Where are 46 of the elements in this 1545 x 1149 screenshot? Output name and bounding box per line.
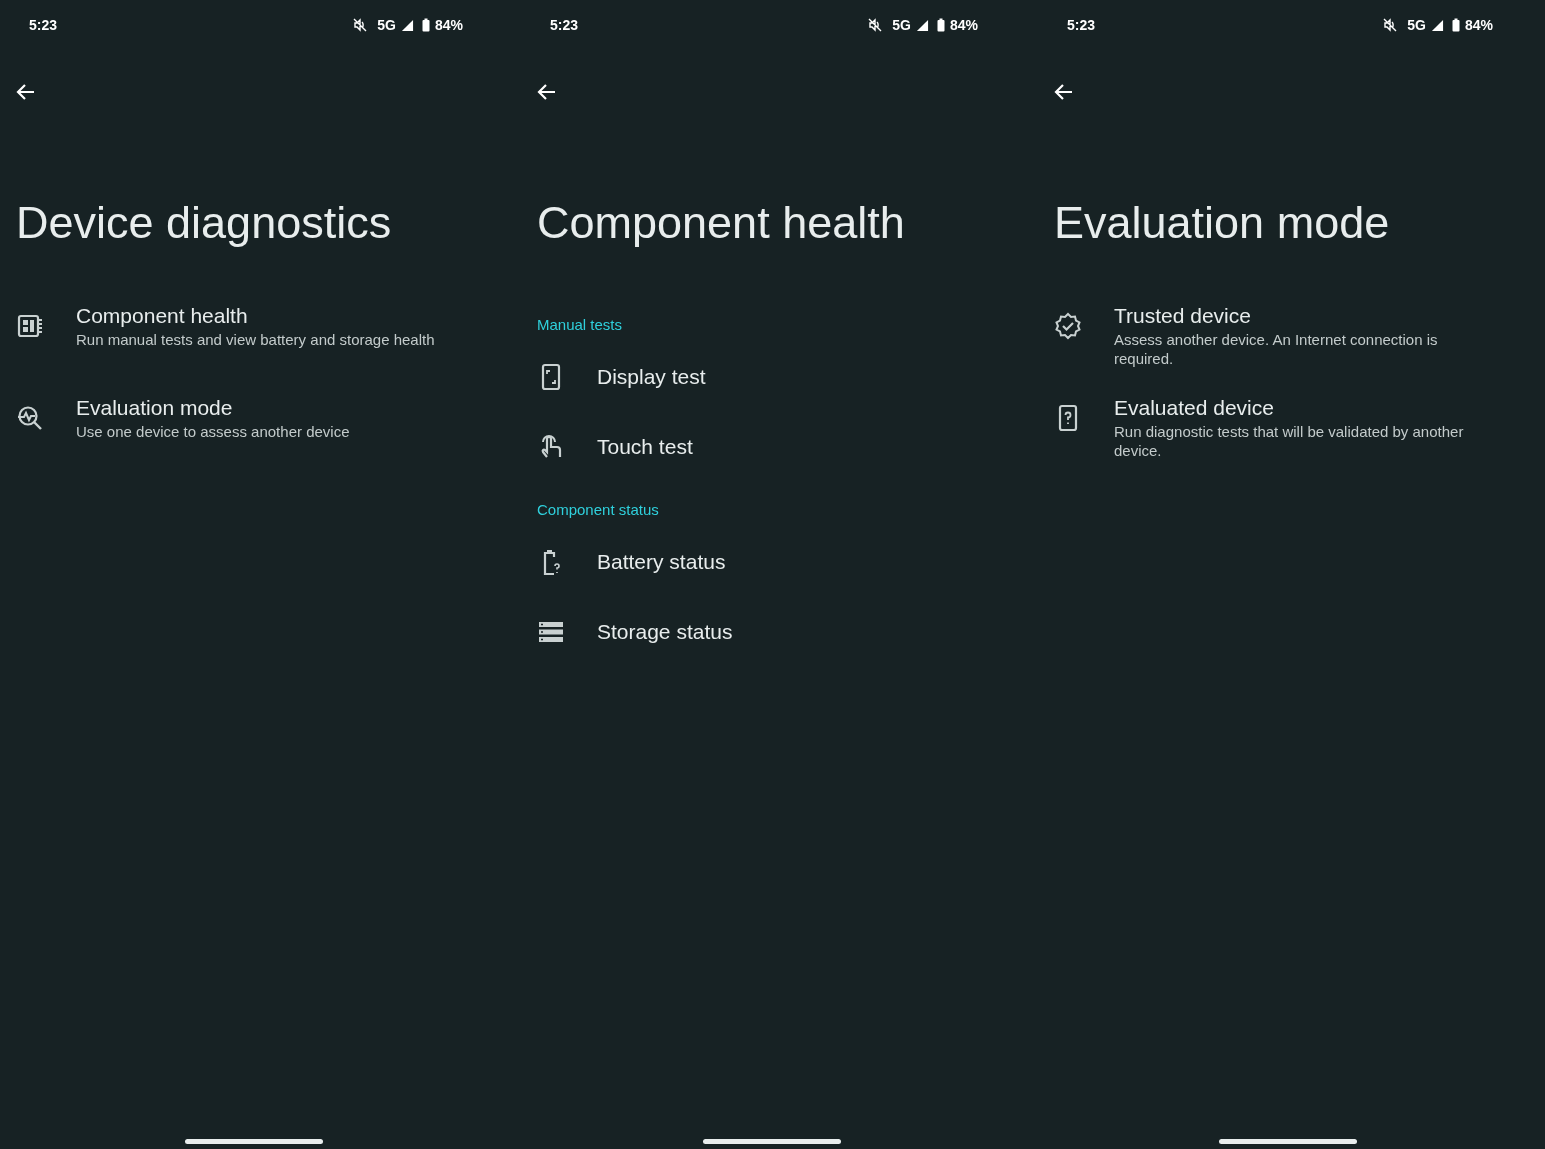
- item-title: Battery status: [597, 550, 726, 574]
- battery-percent: 84%: [434, 17, 463, 33]
- battery-icon: [1451, 18, 1460, 32]
- list-item[interactable]: Evaluated device Run diagnostic tests that will be validated by another device.: [1054, 396, 1537, 466]
- list-item[interactable]: Trusted device Assess another device. An Internet connection is required.: [1054, 304, 1537, 374]
- signal-icon: [1430, 18, 1444, 32]
- battery-percent: 84%: [1464, 17, 1493, 33]
- signal-icon: [400, 18, 414, 32]
- list-item[interactable]: Battery status: [537, 534, 1022, 590]
- battery-percent: 84%: [949, 17, 978, 33]
- network-label: 5G: [1407, 17, 1426, 33]
- item-description: Run diagnostic tests that will be validated by another device.: [1114, 423, 1465, 461]
- page-title: Evaluation mode: [1054, 196, 1391, 250]
- search-icon: [16, 404, 44, 432]
- item-title: Evaluated device: [1114, 396, 1275, 420]
- chip-icon: [16, 312, 44, 340]
- list-item[interactable]: Evaluation mode Use one device to assess another device: [16, 396, 507, 466]
- item-title: Touch test: [597, 435, 693, 459]
- page-title: Component health: [537, 196, 906, 250]
- signal-icon: [915, 18, 929, 32]
- mute-icon: [867, 17, 884, 33]
- network-label: 5G: [377, 17, 396, 33]
- item-title: Evaluation mode: [76, 396, 234, 420]
- battery-icon: [421, 18, 430, 32]
- status-time: 5:23: [550, 17, 579, 33]
- network-label: 5G: [892, 17, 911, 33]
- list-item[interactable]: Storage status: [537, 604, 1022, 660]
- section-header: Manual tests: [537, 316, 624, 333]
- verified-badge-icon: [1054, 312, 1082, 340]
- item-title: Display test: [597, 365, 706, 389]
- status-time: 5:23: [29, 17, 58, 33]
- item-title: Storage status: [597, 620, 733, 644]
- mute-icon: [1382, 17, 1399, 33]
- list-item[interactable]: Display test: [537, 349, 1022, 405]
- item-description: Run manual tests and view battery and storage health: [76, 331, 435, 350]
- page-title: Device diagnostics: [16, 196, 393, 250]
- item-title: Component health: [76, 304, 249, 328]
- section-header: Component status: [537, 501, 660, 518]
- battery-icon: [936, 18, 945, 32]
- status-time: 5:23: [1067, 17, 1096, 33]
- mute-icon: [352, 17, 369, 33]
- item-description: Use one device to assess another device: [76, 423, 350, 442]
- list-item[interactable]: Component health Run manual tests and view battery and storage health: [16, 304, 507, 374]
- item-title: Trusted device: [1114, 304, 1252, 328]
- list-item[interactable]: Touch test: [537, 419, 1022, 475]
- item-description: Assess another device. An Internet connection is required.: [1114, 331, 1439, 369]
